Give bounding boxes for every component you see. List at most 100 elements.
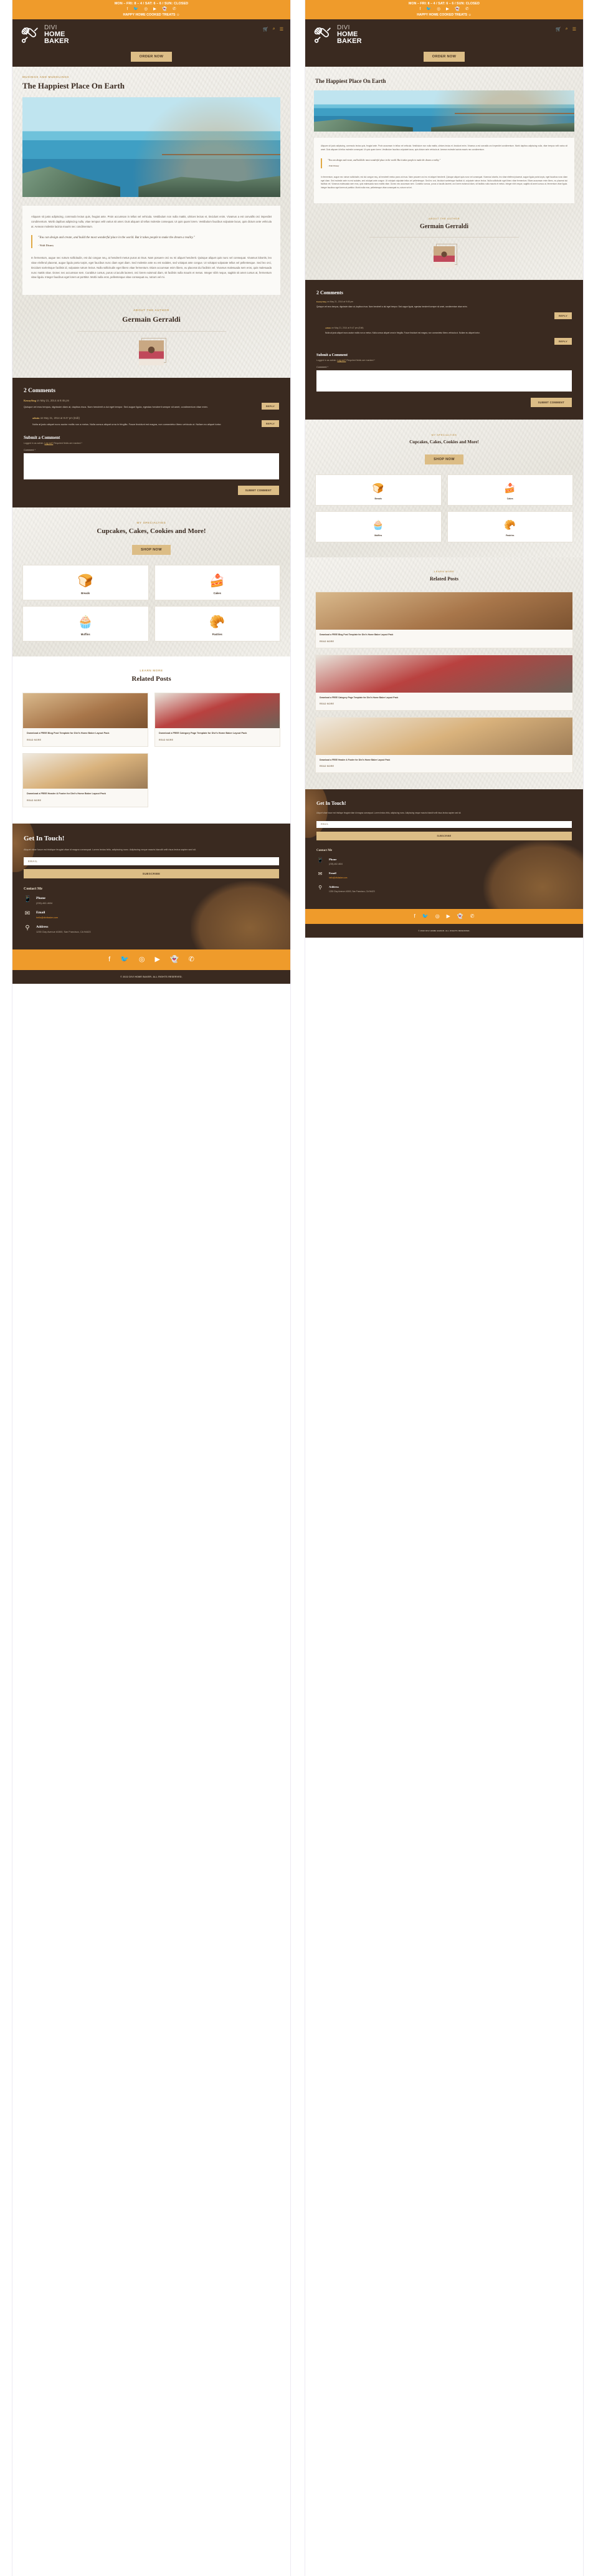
shop-now-button[interactable]: SHOP NOW [425,454,463,465]
read-more-link[interactable]: READ MORE [320,640,569,643]
whatsapp-icon[interactable]: ✆ [470,913,475,919]
whatsapp-icon[interactable]: ✆ [189,956,194,963]
facebook-icon[interactable]: f [108,956,110,963]
snapchat-icon[interactable]: 👻 [162,7,167,12]
read-more-link[interactable]: READ MORE [27,739,144,741]
related-post-card[interactable]: Download a FREE Category Page Template f… [154,693,280,747]
snapchat-icon[interactable]: 👻 [455,7,460,12]
instagram-icon[interactable]: ◎ [435,913,440,919]
product-card[interactable]: 🧁 Muffins [315,511,442,543]
footer-social-bar[interactable]: f 🐦 ◎ ▶ 👻 ✆ [305,908,583,924]
read-more-link[interactable]: READ MORE [159,739,276,741]
cart-icon[interactable]: 🛒 [263,27,268,32]
product-card[interactable]: 🥐 Pastries [154,606,280,642]
comment-author[interactable]: KennySing [316,300,326,303]
product-card[interactable]: 🥐 Pastries [447,511,573,543]
reply-button[interactable]: REPLY [554,338,572,345]
snapchat-icon[interactable]: 👻 [170,956,179,963]
topbar-social-links[interactable]: f 🐦 ◎ ▶ 👻 ✆ [305,7,583,12]
email-field[interactable]: EMAIL [24,857,279,866]
pullquote-citation: - Walt Disney [328,165,339,168]
article-paragraph: Aliquam sit justo adipiscing, commodo le… [321,145,567,151]
twitter-icon[interactable]: 🐦 [426,7,431,12]
logo[interactable]: DIVI HOME BAKER [313,24,576,46]
header-icons[interactable]: 🛒 ⌕ ☰ [556,27,576,32]
footer-social-bar[interactable]: f 🐦 ◎ ▶ 👻 ✆ [12,949,290,971]
submit-comment-button[interactable]: SUBMIT COMMENT [530,398,572,408]
search-icon[interactable]: ⌕ [566,27,568,32]
facebook-icon[interactable]: f [414,913,415,919]
youtube-icon[interactable]: ▶ [154,956,159,963]
read-more-link[interactable]: READ MORE [320,703,569,705]
avatar-image [139,340,164,366]
related-post-card[interactable]: Download a FREE Header & Footer for Divi… [315,716,573,773]
snapchat-icon[interactable]: 👻 [457,913,463,919]
map-pin-icon: ⚲ [25,925,30,932]
submit-comment-button[interactable]: SUBMIT COMMENT [237,486,279,496]
topbar-social-links[interactable]: f 🐦 ◎ ▶ 👻 ✆ [12,7,290,12]
cart-icon[interactable]: 🛒 [556,27,561,32]
order-now-button[interactable]: ORDER NOW [130,52,173,62]
related-post-card[interactable]: Download a FREE Category Page Template f… [315,654,573,711]
divider [76,331,227,332]
twitter-icon[interactable]: 🐦 [133,7,138,12]
menu-icon[interactable]: ☰ [280,27,283,32]
page-title: The Happiest Place On Earth [315,78,386,85]
related-post-card[interactable]: Download a FREE Blog Post Template for D… [315,592,573,648]
comments-heading: 2 Comments [24,388,55,395]
logo-text: DIVI HOME BAKER [44,24,69,46]
facebook-icon[interactable]: f [126,7,128,12]
product-label: Muffins [80,633,90,637]
search-icon[interactable]: ⌕ [273,27,275,32]
related-post-card[interactable]: Download a FREE Blog Post Template for D… [22,693,148,747]
reply-button[interactable]: REPLY [261,420,279,428]
subscribe-button[interactable]: SUBSCRIBE [24,869,279,879]
read-more-link[interactable]: READ MORE [27,799,144,802]
instagram-icon[interactable]: ◎ [437,7,440,12]
comment-textarea[interactable] [24,453,279,480]
reply-button[interactable]: REPLY [554,312,572,319]
logout-link[interactable]: Log out? [337,359,346,362]
pullquote-text: "You can design and create, and build th… [38,236,195,240]
post-title[interactable]: Download a FREE Header & Footer for Divi… [27,792,144,796]
order-now-button[interactable]: ORDER NOW [423,52,465,62]
instagram-icon[interactable]: ◎ [144,7,148,12]
comment-author[interactable]: KennySing [24,399,36,402]
logout-link[interactable]: Log out? [44,442,53,445]
product-card[interactable]: 🍰 Cakes [447,474,573,506]
product-card[interactable]: 🍰 Cakes [154,565,280,601]
whatsapp-icon[interactable]: ✆ [173,7,176,12]
comment-textarea[interactable] [316,370,572,392]
comment-author[interactable]: admin [32,416,39,420]
related-post-card[interactable]: Download a FREE Header & Footer for Divi… [22,752,148,807]
contact-value[interactable]: hello@divibaker.com [329,877,347,879]
post-title[interactable]: Download a FREE Category Page Template f… [159,732,276,736]
twitter-icon[interactable]: 🐦 [422,913,429,919]
reply-button[interactable]: REPLY [261,403,279,410]
subscribe-button[interactable]: SUBSCRIBE [316,831,572,840]
logo[interactable]: DIVI HOME BAKER [20,24,283,46]
youtube-icon[interactable]: ▶ [447,913,450,919]
menu-icon[interactable]: ☰ [572,27,576,32]
post-title[interactable]: Download a FREE Category Page Template f… [320,696,569,699]
product-card[interactable]: 🧁 Muffins [22,606,149,642]
contact-value[interactable]: hello@divibaker.com [36,916,58,919]
email-field[interactable]: EMAIL [316,820,572,828]
cake-icon: 🍰 [209,574,225,588]
twitter-icon[interactable]: 🐦 [120,956,129,963]
post-title[interactable]: Download a FREE Header & Footer for Divi… [320,759,569,762]
whatsapp-icon[interactable]: ✆ [465,7,468,12]
read-more-link[interactable]: READ MORE [320,765,569,767]
youtube-icon[interactable]: ▶ [446,7,449,12]
shop-now-button[interactable]: SHOP NOW [132,545,171,555]
youtube-icon[interactable]: ▶ [153,7,156,12]
post-title[interactable]: Download a FREE Blog Post Template for D… [27,732,144,736]
instagram-icon[interactable]: ◎ [139,956,145,963]
divider [369,236,520,238]
comment-author[interactable]: admin [325,327,331,329]
facebook-icon[interactable]: f [419,7,420,12]
header-icons[interactable]: 🛒 ⌕ ☰ [263,27,283,32]
product-card[interactable]: 🍞 Breads [22,565,149,601]
post-title[interactable]: Download a FREE Blog Post Template for D… [320,633,569,637]
product-card[interactable]: 🍞 Breads [315,474,442,506]
